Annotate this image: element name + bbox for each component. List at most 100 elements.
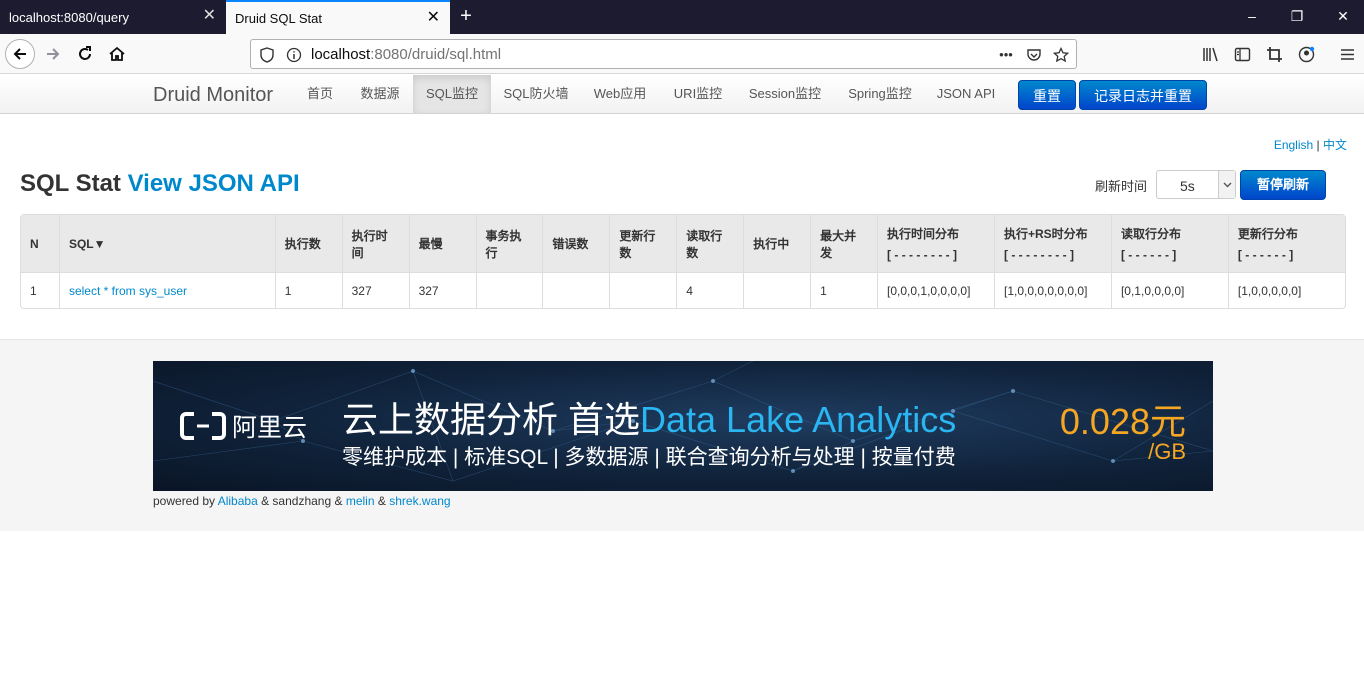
bookmark-star-icon[interactable] [1052, 46, 1070, 64]
page-title-text: SQL Stat [20, 170, 121, 197]
column-header: 更新行数 [609, 215, 677, 272]
sql-link[interactable]: select * from sys_user [69, 284, 187, 298]
table-cell: 1 [274, 272, 342, 308]
browser-navbar: localhost:8080/druid/sql.html ••• [0, 34, 1364, 74]
column-header: 执行时间 [341, 215, 409, 272]
powered-amp-2: & [377, 494, 386, 508]
powered-by-text: powered by [153, 494, 216, 508]
banner-headline: 云上数据分析 首选Data Lake Analytics [342, 391, 956, 443]
nav-item-json-api[interactable]: JSON API [930, 75, 1002, 113]
column-header: 事务执行 [475, 215, 543, 272]
table-header-row: N SQL▼ 执行数 执行时间 最慢 事务执行 错误数 更新行数 读取行数 执行中 最大并发 执行时间… [21, 215, 1345, 272]
refresh-interval-select[interactable]: 5s [1156, 170, 1236, 199]
browser-tab-druid-sql-stat[interactable]: Druid SQL Stat ✕ [226, 0, 450, 34]
view-json-api-link[interactable]: View JSON API [128, 170, 300, 197]
home-button[interactable] [102, 39, 132, 69]
column-header: 执行时间分布 [ - - - - - - - - ] [877, 215, 994, 272]
chinese-link[interactable]: 中文 [1323, 138, 1347, 152]
aliyun-logo-text: 阿里云 [232, 414, 308, 442]
nav-item-uri-monitor[interactable]: URI监控 [664, 75, 732, 113]
reset-button[interactable]: 重置 [1018, 80, 1076, 110]
table-cell: [1,0,0,0,0,0,0,0] [994, 272, 1111, 308]
column-header: 最大并发 [810, 215, 878, 272]
info-icon[interactable] [285, 46, 303, 64]
language-switch: English | 中文 [1274, 136, 1347, 153]
english-link[interactable]: English [1274, 138, 1313, 152]
column-header-label: 更新行分布 [1237, 227, 1298, 241]
column-header: 执行+RS时分布 [ - - - - - - - - ] [994, 215, 1111, 272]
table-cell: 1 [810, 272, 878, 308]
nav-item-datasource[interactable]: 数据源 [350, 75, 410, 113]
refresh-interval-label: 刷新时间 [1095, 179, 1148, 194]
table-cell [609, 272, 677, 308]
minimize-icon[interactable]: – [1242, 8, 1262, 24]
log-and-reset-button[interactable]: 记录日志并重置 [1079, 80, 1207, 110]
aliyun-logo-icon [180, 412, 226, 440]
more-actions-icon[interactable]: ••• [997, 45, 1015, 63]
banner-headline-b: Data Lake Analytics [640, 399, 957, 440]
melin-link[interactable]: melin [346, 494, 375, 508]
shrek-link[interactable]: shrek.wang [389, 494, 450, 508]
close-tab-icon[interactable]: ✕ [203, 8, 216, 24]
table-cell [542, 272, 610, 308]
reload-icon [79, 46, 91, 60]
column-header: N [21, 215, 59, 272]
column-header-label: 最大并发 [820, 228, 857, 260]
aliyun-logo: 阿里云 [180, 408, 307, 444]
pause-refresh-button[interactable]: 暂停刷新 [1240, 170, 1326, 200]
nav-item-spring-monitor[interactable]: Spring监控 [840, 75, 920, 113]
forward-button[interactable] [38, 39, 68, 69]
url-text[interactable]: localhost:8080/druid/sql.html [311, 46, 501, 63]
back-button[interactable] [5, 39, 35, 69]
reload-button[interactable] [70, 39, 100, 69]
column-header-label: N [30, 236, 39, 251]
sidebar-icon[interactable] [1232, 44, 1252, 64]
close-tab-icon[interactable]: ✕ [427, 10, 440, 26]
powered-amp-1: & sandzhang & [261, 494, 343, 508]
nav-item-web-app[interactable]: Web应用 [584, 75, 656, 113]
url-host: localhost [311, 46, 371, 63]
footer: 阿里云 云上数据分析 首选Data Lake Analytics 零维护成本 |… [0, 339, 1364, 531]
column-header-label: 最慢 [418, 237, 443, 251]
column-header-range: [ - - - - - - ] [1237, 248, 1294, 262]
nav-item-home[interactable]: 首页 [296, 75, 344, 113]
pocket-icon[interactable] [1025, 46, 1043, 64]
account-icon[interactable] [1296, 44, 1316, 64]
new-tab-button[interactable]: + [456, 5, 476, 27]
column-header[interactable]: SQL▼ [58, 215, 275, 272]
window-close-icon[interactable]: ✕ [1333, 8, 1353, 25]
library-icon[interactable] [1200, 44, 1220, 64]
column-header-label: 执行数 [284, 237, 321, 251]
column-header-label: SQL▼ [68, 236, 106, 251]
druid-navbar: Druid Monitor 首页 数据源 SQL监控 SQL防火墙 Web应用 … [0, 75, 1364, 114]
banner-subline: 零维护成本 | 标准SQL | 多数据源 | 联合查询分析与处理 | 按量付费 [342, 446, 956, 469]
browser-tab-query[interactable]: localhost:8080/query ✕ [0, 0, 226, 34]
column-header-label: 事务执行 [485, 228, 522, 260]
url-bar[interactable]: localhost:8080/druid/sql.html ••• [250, 39, 1077, 69]
column-header-label: 读取行数 [686, 228, 723, 260]
column-header: 更新行分布 [ - - - - - - ] [1227, 215, 1345, 272]
powered-by: powered by Alibaba & sandzhang & melin &… [153, 494, 451, 508]
chevron-down-icon[interactable] [1218, 171, 1235, 198]
brand-title[interactable]: Druid Monitor [153, 84, 273, 107]
alibaba-link[interactable]: Alibaba [218, 494, 258, 508]
ad-banner[interactable]: 阿里云 云上数据分析 首选Data Lake Analytics 零维护成本 |… [153, 361, 1213, 491]
column-header: 执行数 [274, 215, 342, 272]
hamburger-menu-icon[interactable] [1337, 44, 1357, 64]
table-cell [475, 272, 543, 308]
column-header-range: [ - - - - - - - - ] [1004, 248, 1074, 262]
column-header: 读取行数 [676, 215, 744, 272]
lang-separator: | [1316, 138, 1320, 152]
column-header-label: 执行+RS时分布 [1004, 227, 1088, 241]
column-header-label: 执行中 [753, 237, 790, 251]
column-header-label: 读取行分布 [1120, 227, 1181, 241]
nav-item-session-monitor[interactable]: Session监控 [740, 75, 830, 113]
banner-unit: /GB [1148, 439, 1186, 464]
crop-icon[interactable] [1264, 44, 1284, 64]
restore-icon[interactable]: ❐ [1287, 8, 1307, 25]
column-header: 执行中 [743, 215, 811, 272]
table-cell: 1 [21, 272, 59, 308]
nav-item-sql-monitor[interactable]: SQL监控 [413, 75, 491, 113]
shield-icon[interactable] [258, 46, 276, 64]
nav-item-sql-firewall[interactable]: SQL防火墙 [496, 75, 576, 113]
